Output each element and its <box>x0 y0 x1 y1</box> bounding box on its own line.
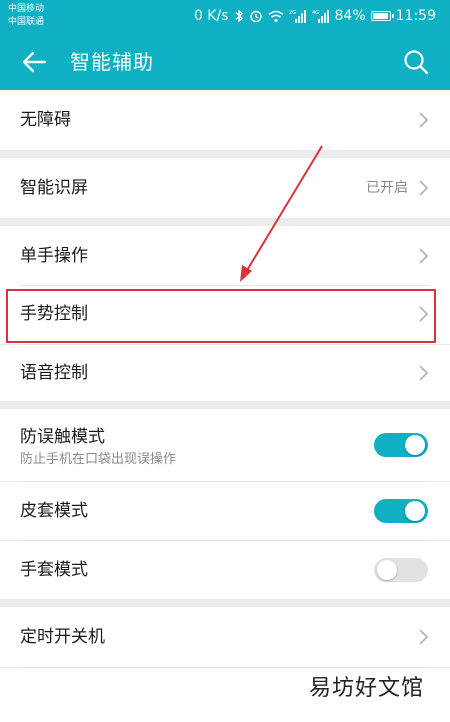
cover-mode-toggle[interactable] <box>374 499 428 523</box>
app-toolbar: 智能辅助 <box>0 34 450 90</box>
bluetooth-icon <box>235 9 243 23</box>
settings-item-anti-mistouch: 防误触模式 防止手机在口袋出现误操作 <box>0 409 450 481</box>
chevron-right-icon <box>419 112 429 128</box>
item-label: 防误触模式 <box>20 427 105 447</box>
anti-mistouch-toggle[interactable] <box>374 433 428 457</box>
highlight-annotation-box <box>6 289 436 343</box>
clock: 11:59 <box>395 8 436 24</box>
settings-item-cover-mode: 皮套模式 <box>0 482 450 540</box>
item-label: 手套模式 <box>20 560 88 580</box>
battery-level <box>372 13 388 19</box>
network-speed: 0 K/s <box>193 8 229 24</box>
watermark-text: 易坊好文馆 <box>308 676 424 701</box>
settings-item-voice-control[interactable]: 语音控制 <box>0 345 450 401</box>
svg-text:4G: 4G <box>312 10 319 16</box>
alarm-icon <box>249 10 262 23</box>
carrier-2: 中国联通 <box>8 17 45 27</box>
item-status-value: 已开启 <box>366 180 408 196</box>
settings-item-glove-mode: 手套模式 <box>0 541 450 599</box>
wifi-icon <box>268 10 284 22</box>
signal-2g-icon: 2G <box>289 10 306 23</box>
toggle-knob <box>405 501 425 521</box>
chevron-right-icon <box>419 365 429 381</box>
status-bar: 中国移动 中国联通 0 K/s 2G 4G 84% 11:59 <box>0 0 450 34</box>
toggle-knob <box>377 560 397 580</box>
glove-mode-toggle[interactable] <box>374 558 428 582</box>
battery-percent: 84% <box>334 8 366 24</box>
item-label: 无障碍 <box>20 110 71 130</box>
item-label: 智能识屏 <box>20 178 88 198</box>
battery-icon <box>370 11 394 21</box>
settings-item-one-hand[interactable]: 单手操作 <box>0 226 450 286</box>
item-label: 定时开关机 <box>20 627 105 647</box>
page-title: 智能辅助 <box>70 50 154 74</box>
chevron-right-icon <box>419 180 429 196</box>
item-label: 皮套模式 <box>20 501 88 521</box>
item-label: 语音控制 <box>20 363 88 383</box>
settings-item-smart-screen[interactable]: 智能识屏 已开启 <box>0 158 450 218</box>
item-description: 防止手机在口袋出现误操作 <box>20 452 177 467</box>
item-label: 单手操作 <box>20 246 88 266</box>
status-indicators: 0 K/s 2G 4G 84% 11:59 <box>194 7 436 25</box>
signal-4g-icon: 4G <box>312 10 329 23</box>
chevron-right-icon <box>419 629 429 645</box>
chevron-right-icon <box>419 248 429 264</box>
settings-item-scheduled-power[interactable]: 定时开关机 <box>0 607 450 667</box>
settings-item-accessibility[interactable]: 无障碍 <box>0 90 450 150</box>
carrier-info: 中国移动 中国联通 <box>8 3 44 29</box>
back-arrow-icon[interactable] <box>20 48 48 76</box>
svg-text:2G: 2G <box>289 10 296 16</box>
toggle-knob <box>405 435 425 455</box>
search-icon[interactable] <box>402 48 430 76</box>
carrier-1: 中国移动 <box>8 4 45 14</box>
